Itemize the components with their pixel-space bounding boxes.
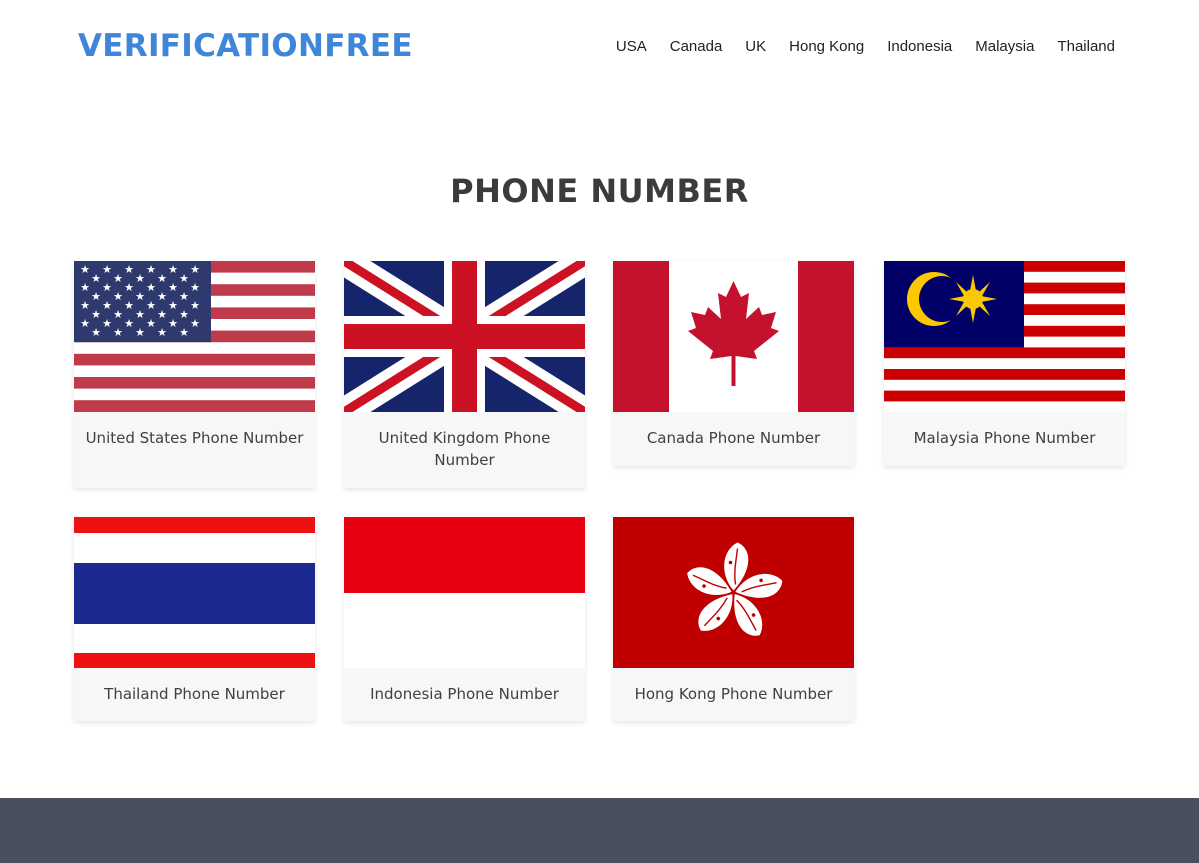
nav-link-hong-kong[interactable]: Hong Kong xyxy=(789,38,864,55)
svg-text:★: ★ xyxy=(135,308,145,321)
nav-link-malaysia[interactable]: Malaysia xyxy=(975,38,1034,55)
svg-text:★: ★ xyxy=(135,326,145,339)
nav-link-uk[interactable]: UK xyxy=(745,38,766,55)
svg-text:★: ★ xyxy=(157,272,167,285)
page-title: PHONE NUMBER xyxy=(450,172,749,210)
svg-text:★: ★ xyxy=(113,326,123,339)
site-header: VERIFICATIONFREE USA Canada UK Hong Kong… xyxy=(0,0,1199,95)
svg-text:★: ★ xyxy=(102,299,112,312)
svg-text:★: ★ xyxy=(146,299,156,312)
indonesia-flag-icon[interactable] xyxy=(344,517,585,668)
svg-text:★: ★ xyxy=(80,299,90,312)
svg-text:★: ★ xyxy=(157,326,167,339)
svg-text:★: ★ xyxy=(91,326,101,339)
svg-text:★: ★ xyxy=(91,272,101,285)
svg-text:★: ★ xyxy=(113,308,123,321)
card-indonesia[interactable]: Indonesia Phone Number xyxy=(344,517,585,721)
svg-text:★: ★ xyxy=(124,299,134,312)
card-usa[interactable]: ★ ★ ★ ★ ★ ★ ★ ★ ★ ★ ★ ★ ★ ★ ★ ★ ★ ★ ★ ★ ★ ★ ★ ★ ★ ★ ★ ★ ★ ★ ★ ★ ★ ★… xyxy=(74,261,315,488)
svg-text:★: ★ xyxy=(135,290,145,303)
malaysia-flag-icon[interactable] xyxy=(884,261,1125,412)
svg-text:★: ★ xyxy=(102,281,112,294)
card-thailand[interactable]: Thailand Phone Number xyxy=(74,517,315,721)
svg-text:★: ★ xyxy=(124,281,134,294)
svg-text:★: ★ xyxy=(124,317,134,330)
canada-flag-icon[interactable] xyxy=(613,261,854,412)
nav-link-usa[interactable]: USA xyxy=(616,38,647,55)
svg-text:★: ★ xyxy=(179,308,189,321)
svg-text:★: ★ xyxy=(157,308,167,321)
svg-text:★: ★ xyxy=(168,299,178,312)
card-malaysia[interactable]: Malaysia Phone Number xyxy=(884,261,1125,466)
card-label-hong-kong[interactable]: Hong Kong Phone Number xyxy=(613,668,854,705)
svg-text:★: ★ xyxy=(146,317,156,330)
svg-text:★: ★ xyxy=(80,281,90,294)
main-nav: USA Canada UK Hong Kong Indonesia Malays… xyxy=(616,38,1115,55)
card-uk[interactable]: United Kingdom Phone Number xyxy=(344,261,585,488)
nav-link-canada[interactable]: Canada xyxy=(670,38,723,55)
thailand-flag-icon[interactable] xyxy=(74,517,315,668)
svg-text:★: ★ xyxy=(190,299,200,312)
card-label-usa[interactable]: United States Phone Number xyxy=(74,412,315,449)
card-label-indonesia[interactable]: Indonesia Phone Number xyxy=(344,668,585,705)
svg-text:★: ★ xyxy=(146,263,156,276)
svg-text:★: ★ xyxy=(190,281,200,294)
card-label-canada[interactable]: Canada Phone Number xyxy=(613,412,854,449)
svg-text:★: ★ xyxy=(190,263,200,276)
card-label-uk[interactable]: United Kingdom Phone Number xyxy=(344,412,585,471)
card-canada[interactable]: Canada Phone Number xyxy=(613,261,854,466)
svg-text:★: ★ xyxy=(168,281,178,294)
hong-kong-flag-icon[interactable] xyxy=(613,517,854,668)
svg-text:★: ★ xyxy=(113,272,123,285)
svg-text:★: ★ xyxy=(179,272,189,285)
site-logo[interactable]: VERIFICATIONFREE xyxy=(78,28,413,64)
svg-text:★: ★ xyxy=(124,263,134,276)
nav-link-indonesia[interactable]: Indonesia xyxy=(887,38,952,55)
svg-text:★: ★ xyxy=(157,290,167,303)
svg-text:★: ★ xyxy=(113,290,123,303)
svg-text:★: ★ xyxy=(135,272,145,285)
svg-text:★: ★ xyxy=(179,290,189,303)
svg-text:★: ★ xyxy=(80,317,90,330)
nav-link-thailand[interactable]: Thailand xyxy=(1057,38,1115,55)
svg-text:★: ★ xyxy=(102,263,112,276)
card-label-thailand[interactable]: Thailand Phone Number xyxy=(74,668,315,705)
uk-flag-icon[interactable] xyxy=(344,261,585,412)
svg-text:★: ★ xyxy=(168,263,178,276)
svg-text:★: ★ xyxy=(179,326,189,339)
card-label-malaysia[interactable]: Malaysia Phone Number xyxy=(884,412,1125,449)
svg-text:★: ★ xyxy=(102,317,112,330)
svg-text:★: ★ xyxy=(168,317,178,330)
svg-text:★: ★ xyxy=(91,308,101,321)
svg-text:★: ★ xyxy=(80,263,90,276)
site-footer xyxy=(0,798,1199,863)
card-hong-kong[interactable]: Hong Kong Phone Number xyxy=(613,517,854,721)
svg-text:★: ★ xyxy=(146,281,156,294)
usa-flag-icon[interactable]: ★ ★ ★ ★ ★ ★ ★ ★ ★ ★ ★ ★ ★ ★ ★ ★ ★ ★ ★ ★ ★ ★ ★ ★ ★ ★ ★ ★ ★ ★ ★ ★ ★ ★… xyxy=(74,261,315,412)
svg-text:★: ★ xyxy=(190,317,200,330)
svg-text:★: ★ xyxy=(91,290,101,303)
